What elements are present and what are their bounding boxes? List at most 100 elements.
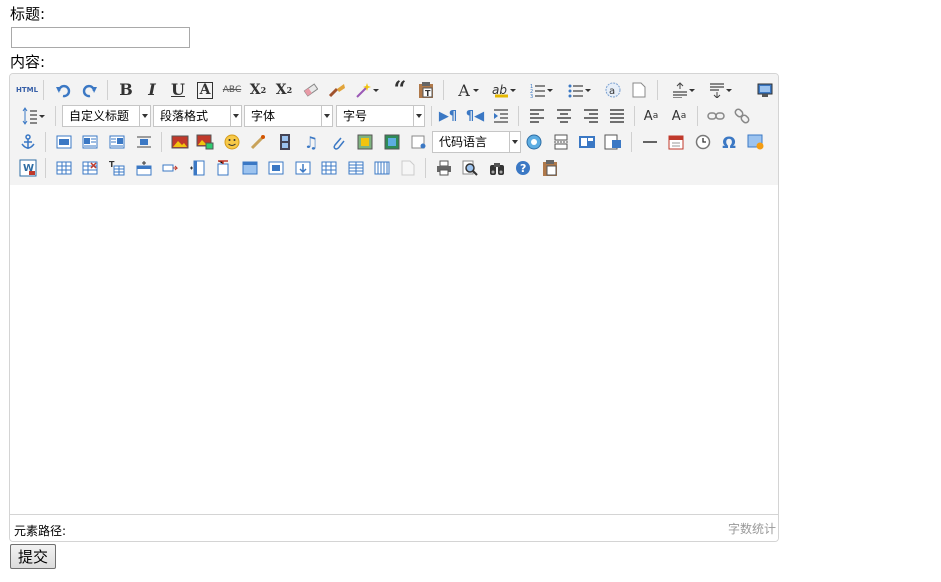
emotion-icon[interactable] — [222, 132, 242, 152]
search-replace-icon[interactable] — [487, 158, 507, 178]
preview-doc-icon[interactable] — [460, 158, 480, 178]
image-none-icon[interactable] — [54, 132, 74, 152]
time-icon[interactable] — [693, 132, 713, 152]
editor-statusbar: 元素路径: 字数统计 — [10, 514, 778, 541]
code-language-select[interactable]: 代码语言 — [432, 131, 521, 153]
strikethrough-icon[interactable]: ABC — [222, 80, 242, 100]
horizontal-icon[interactable] — [603, 132, 623, 152]
print-icon[interactable] — [434, 158, 454, 178]
svg-text:?: ? — [520, 162, 526, 175]
background-icon[interactable] — [551, 132, 571, 152]
word-image-icon[interactable]: W — [18, 158, 38, 178]
merge-down-icon[interactable] — [293, 158, 313, 178]
insert-frame-icon[interactable] — [408, 132, 428, 152]
font-family-select[interactable]: 字体 — [244, 105, 333, 127]
preview-icon[interactable] — [755, 80, 775, 100]
unlink-icon[interactable] — [732, 106, 752, 126]
map-icon[interactable] — [355, 132, 375, 152]
image-right-icon[interactable] — [107, 132, 127, 152]
font-color-icon[interactable]: A — [454, 80, 479, 100]
toolbar-separator — [431, 106, 432, 126]
direction-ltr-icon[interactable]: ▶¶ — [438, 106, 458, 126]
chart-icon[interactable] — [398, 158, 418, 178]
page-break-icon[interactable] — [524, 132, 544, 152]
redo-icon[interactable] — [80, 80, 100, 100]
submit-button[interactable]: 提交 — [10, 544, 57, 569]
editor-content-area[interactable] — [10, 185, 778, 514]
justify-justify-icon[interactable] — [607, 106, 627, 126]
merge-cells-icon[interactable] — [240, 158, 260, 178]
delete-row-icon[interactable] — [160, 158, 180, 178]
insert-image-icon[interactable] — [195, 132, 215, 152]
justify-right-icon[interactable] — [581, 106, 601, 126]
font-border-icon[interactable]: A — [195, 80, 215, 100]
chevron-down-icon — [321, 106, 332, 126]
blockquote-icon[interactable]: “ — [390, 77, 410, 103]
template-icon[interactable] — [577, 132, 597, 152]
simple-upload-icon[interactable] — [170, 132, 190, 152]
custom-title-select[interactable]: 自定义标题 — [62, 105, 151, 127]
clear-doc-icon[interactable] — [629, 80, 649, 100]
horizontal-rule-icon[interactable] — [640, 132, 660, 152]
underline-icon[interactable]: U — [168, 80, 188, 100]
row-spacing-top-icon[interactable] — [670, 80, 695, 100]
gmap-icon[interactable] — [382, 132, 402, 152]
chevron-down-icon — [509, 132, 520, 152]
scrawl-icon[interactable] — [248, 132, 268, 152]
split-rows-icon[interactable] — [346, 158, 366, 178]
merge-right-icon[interactable] — [266, 158, 286, 178]
scrawl-image-icon[interactable] — [746, 132, 766, 152]
direction-rtl-icon[interactable]: ¶◀ — [465, 106, 485, 126]
date-icon[interactable] — [666, 132, 686, 152]
split-cols-icon[interactable] — [372, 158, 392, 178]
justify-center-icon[interactable] — [554, 106, 574, 126]
row-spacing-bottom-icon[interactable] — [707, 80, 732, 100]
insert-row-icon[interactable] — [134, 158, 154, 178]
to-lowercase-icon[interactable]: Aa — [669, 106, 689, 126]
title-input[interactable] — [11, 27, 190, 48]
italic-icon[interactable]: I — [142, 80, 162, 100]
toolbar-separator — [518, 106, 519, 126]
ordered-list-icon[interactable]: 123 — [528, 80, 553, 100]
image-center-icon[interactable] — [134, 132, 154, 152]
special-chars-icon[interactable]: Ω — [719, 132, 739, 152]
indent-icon[interactable] — [491, 106, 511, 126]
paragraph-format-select[interactable]: 段落格式 — [153, 105, 242, 127]
toolbar-separator — [45, 158, 46, 178]
subscript-icon[interactable]: X2 — [274, 80, 294, 100]
unordered-list-icon[interactable] — [566, 80, 591, 100]
format-match-icon[interactable] — [327, 80, 347, 100]
help-icon[interactable]: ? — [513, 158, 533, 178]
background-color-icon[interactable]: ab — [491, 80, 516, 100]
toolbar-separator — [161, 132, 162, 152]
html-source-icon[interactable]: HTML — [15, 80, 39, 100]
paste-plain-icon[interactable]: T — [416, 80, 436, 100]
image-left-icon[interactable] — [80, 132, 100, 152]
to-uppercase-icon[interactable]: Aa — [641, 106, 661, 126]
insert-video-icon[interactable] — [275, 132, 295, 152]
line-height-icon[interactable] — [20, 106, 45, 126]
delete-col-icon[interactable] — [213, 158, 233, 178]
insert-caption-icon[interactable]: T — [107, 158, 127, 178]
font-size-value: 字号 — [343, 109, 368, 123]
music-icon[interactable]: ♫ — [301, 132, 321, 152]
word-count[interactable]: 字数统计 — [728, 520, 776, 537]
undo-icon[interactable] — [53, 80, 73, 100]
anchor-icon[interactable] — [18, 132, 38, 152]
font-size-select[interactable]: 字号 — [336, 105, 425, 127]
attachment-icon[interactable] — [328, 132, 348, 152]
insert-table-icon[interactable] — [54, 158, 74, 178]
delete-table-icon[interactable] — [80, 158, 100, 178]
drafts-icon[interactable] — [540, 158, 560, 178]
select-all-icon[interactable]: a — [603, 80, 623, 100]
chevron-down-icon — [413, 106, 424, 126]
insert-col-icon[interactable] — [187, 158, 207, 178]
bold-icon[interactable]: B — [116, 80, 136, 100]
superscript-icon[interactable]: X2 — [248, 80, 268, 100]
auto-typeset-icon[interactable] — [354, 80, 379, 100]
justify-left-icon[interactable] — [527, 106, 547, 126]
split-cells-icon[interactable] — [319, 158, 339, 178]
remove-format-icon[interactable] — [300, 80, 320, 100]
element-path: 元素路径: — [14, 524, 67, 538]
link-icon[interactable] — [706, 106, 726, 126]
